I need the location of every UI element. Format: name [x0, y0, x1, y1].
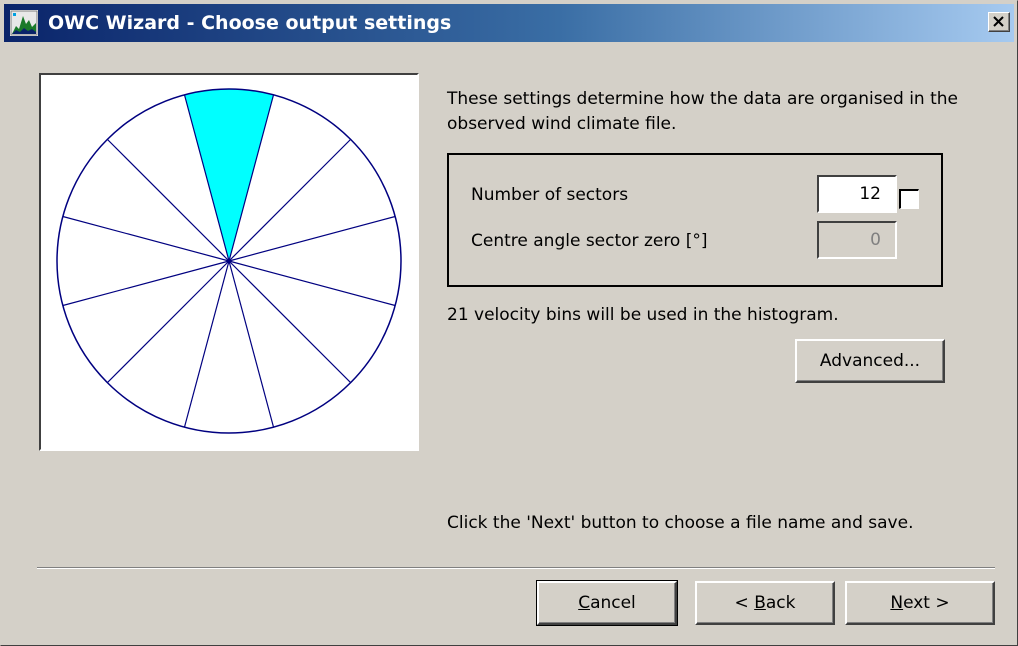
sector-boundary-line — [183, 260, 230, 428]
cancel-mnemonic: C — [578, 593, 591, 613]
sectors-input[interactable]: 12 — [817, 175, 897, 213]
intro-text: These settings determine how the data ar… — [447, 89, 959, 134]
title-bar[interactable]: OWC Wizard - Choose output settings — [4, 4, 1014, 42]
close-icon — [993, 16, 1004, 27]
back-label: ack — [765, 593, 796, 613]
sector-boundary-line — [228, 260, 352, 384]
next-label: ext > — [903, 593, 950, 613]
window-title: OWC Wizard - Choose output settings — [48, 12, 452, 34]
sector-diagram — [56, 88, 402, 434]
next-button[interactable]: Next > — [845, 581, 995, 625]
hint-text: Click the 'Next' button to choose a file… — [447, 513, 914, 533]
sector-preview-panel — [39, 73, 419, 451]
back-mnemonic: B — [754, 593, 766, 613]
owc-wizard-dialog: OWC Wizard - Choose output settings Thes… — [0, 0, 1018, 646]
separator — [37, 567, 995, 569]
owc-wizard-icon — [10, 10, 38, 36]
advanced-button[interactable]: Advanced... — [795, 339, 945, 383]
cancel-label: ancel — [590, 593, 636, 613]
back-prefix: < — [734, 593, 755, 613]
sector-boundary-line — [228, 260, 275, 428]
angle-label: Centre angle sector zero [°] — [471, 231, 708, 251]
sector-boundary-line — [228, 215, 396, 262]
sector-boundary-line — [62, 215, 230, 262]
cancel-button[interactable]: Cancel — [536, 580, 678, 626]
sectors-label: Number of sectors — [471, 185, 629, 205]
settings-group: Number of sectors 12 Centre angle sector… — [447, 153, 943, 287]
angle-input[interactable]: 0 — [817, 221, 897, 259]
sector-boundary-line — [62, 260, 230, 307]
sector-boundary-line — [106, 260, 230, 384]
highlighted-sector — [184, 89, 274, 261]
next-mnemonic: N — [890, 593, 904, 613]
bins-info-text: 21 velocity bins will be used in the his… — [447, 305, 839, 325]
back-button[interactable]: < Back — [695, 581, 835, 625]
close-button[interactable] — [988, 12, 1010, 32]
sector-boundary-line — [228, 260, 396, 307]
sectors-spinner[interactable] — [899, 189, 919, 209]
